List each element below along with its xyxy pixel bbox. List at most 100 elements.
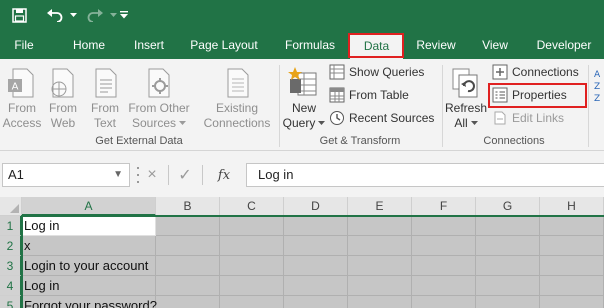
row-header-2[interactable]: 2 xyxy=(0,236,22,256)
tab-file[interactable]: File xyxy=(4,32,44,59)
group-divider xyxy=(588,65,589,147)
save-icon[interactable] xyxy=(8,4,30,26)
column-header-a[interactable]: A xyxy=(22,197,156,216)
cell-h1[interactable] xyxy=(540,216,604,236)
cell-e5[interactable] xyxy=(348,296,412,308)
cell-g1[interactable] xyxy=(476,216,540,236)
cell-c3[interactable] xyxy=(220,256,284,276)
cell-b1[interactable] xyxy=(156,216,220,236)
tab-view[interactable]: View xyxy=(470,32,520,59)
from-text-button[interactable]: From Text xyxy=(86,63,124,131)
edit-links-button[interactable]: Edit Links xyxy=(492,108,564,128)
group-label-connections: Connections xyxy=(483,135,545,147)
column-header-g[interactable]: G xyxy=(476,197,540,216)
cell-g4[interactable] xyxy=(476,276,540,296)
undo-icon[interactable] xyxy=(42,4,68,26)
select-all-button[interactable] xyxy=(0,197,22,216)
connections-button[interactable]: Connections xyxy=(492,62,579,82)
cell-a4[interactable]: Log in xyxy=(22,276,156,296)
cell-b4[interactable] xyxy=(156,276,220,296)
formula-bar-grip-icon[interactable] xyxy=(136,165,140,185)
redo-icon[interactable] xyxy=(82,4,108,26)
cell-b2[interactable] xyxy=(156,236,220,256)
cell-a5[interactable]: Forgot your password? xyxy=(22,296,157,308)
customize-qat-icon[interactable] xyxy=(118,4,130,26)
column-header-h[interactable]: H xyxy=(540,197,604,216)
cell-g2[interactable] xyxy=(476,236,540,256)
cell-a3[interactable]: Login to your account xyxy=(22,256,156,276)
show-queries-button[interactable]: Show Queries xyxy=(329,62,424,82)
tab-insert[interactable]: Insert xyxy=(124,32,174,59)
new-query-button[interactable]: New Query xyxy=(282,63,326,131)
cell-b3[interactable] xyxy=(156,256,220,276)
tab-page-layout[interactable]: Page Layout xyxy=(184,32,264,59)
formula-input[interactable]: Log in xyxy=(246,163,604,187)
row-header-5[interactable]: 5 xyxy=(0,296,22,308)
recent-sources-button[interactable]: Recent Sources xyxy=(329,108,434,128)
cell-f1[interactable] xyxy=(412,216,476,236)
from-other-sources-button[interactable]: From Other Sources xyxy=(126,63,192,131)
row-header-4[interactable]: 4 xyxy=(0,276,22,296)
enter-icon[interactable]: ✓ xyxy=(175,165,195,185)
worksheet-grid[interactable]: A B C D E F G H 1 2 3 4 5 Log in x Login… xyxy=(0,197,604,308)
cell-d4[interactable] xyxy=(284,276,348,296)
cell-f4[interactable] xyxy=(412,276,476,296)
column-header-d[interactable]: D xyxy=(284,197,348,216)
column-header-e[interactable]: E xyxy=(348,197,412,216)
sort-az-icon[interactable]: AZZ xyxy=(594,65,604,105)
divider xyxy=(202,165,203,185)
from-web-button[interactable]: From Web xyxy=(44,63,82,131)
tab-home[interactable]: Home xyxy=(62,32,116,59)
insert-function-icon[interactable]: fx xyxy=(212,165,236,185)
divider xyxy=(168,165,169,185)
cell-f2[interactable] xyxy=(412,236,476,256)
row-header-3[interactable]: 3 xyxy=(0,256,22,276)
cell-h5[interactable] xyxy=(540,296,604,308)
tab-formulas[interactable]: Formulas xyxy=(276,32,344,59)
cell-f5[interactable] xyxy=(412,296,476,308)
cell-e3[interactable] xyxy=(348,256,412,276)
cell-d3[interactable] xyxy=(284,256,348,276)
cell-b5[interactable] xyxy=(156,296,220,308)
edit-links-icon xyxy=(494,111,506,125)
cell-d2[interactable] xyxy=(284,236,348,256)
cell-e2[interactable] xyxy=(348,236,412,256)
cell-c1[interactable] xyxy=(220,216,284,236)
properties-button[interactable]: Properties xyxy=(492,85,567,105)
cell-a1[interactable]: Log in xyxy=(22,216,156,236)
column-header-f[interactable]: F xyxy=(412,197,476,216)
refresh-all-button[interactable]: Refresh All xyxy=(444,63,488,131)
cell-h3[interactable] xyxy=(540,256,604,276)
dropdown-arrow-icon xyxy=(179,121,187,125)
from-access-button[interactable]: A From Access xyxy=(2,63,42,131)
cell-h4[interactable] xyxy=(540,276,604,296)
formula-bar: A1 ▼ × ✓ fx Log in xyxy=(0,151,604,197)
cell-c4[interactable] xyxy=(220,276,284,296)
column-header-b[interactable]: B xyxy=(156,197,220,216)
cell-e1[interactable] xyxy=(348,216,412,236)
tab-data[interactable]: Data xyxy=(350,35,403,59)
new-query-icon xyxy=(288,63,320,99)
cell-f3[interactable] xyxy=(412,256,476,276)
cell-c2[interactable] xyxy=(220,236,284,256)
cell-c5[interactable] xyxy=(220,296,284,308)
tab-review[interactable]: Review xyxy=(410,32,462,59)
undo-dropdown-icon[interactable] xyxy=(68,4,78,26)
cell-a2[interactable]: x xyxy=(22,236,156,256)
cell-g5[interactable] xyxy=(476,296,540,308)
existing-connections-button[interactable]: Existing Connections xyxy=(200,63,274,131)
redo-dropdown-icon[interactable] xyxy=(108,4,118,26)
cell-g3[interactable] xyxy=(476,256,540,276)
cell-d5[interactable] xyxy=(284,296,348,308)
row-header-1[interactable]: 1 xyxy=(0,216,22,236)
tab-developer[interactable]: Developer xyxy=(528,32,600,59)
name-box-dropdown-icon[interactable]: ▼ xyxy=(113,164,123,186)
cell-h2[interactable] xyxy=(540,236,604,256)
from-table-button[interactable]: From Table xyxy=(329,85,409,105)
column-header-c[interactable]: C xyxy=(220,197,284,216)
cell-d1[interactable] xyxy=(284,216,348,236)
cell-e4[interactable] xyxy=(348,276,412,296)
cancel-icon[interactable]: × xyxy=(143,165,161,185)
svg-text:Z: Z xyxy=(594,82,600,92)
name-box[interactable]: A1 ▼ xyxy=(2,163,130,187)
